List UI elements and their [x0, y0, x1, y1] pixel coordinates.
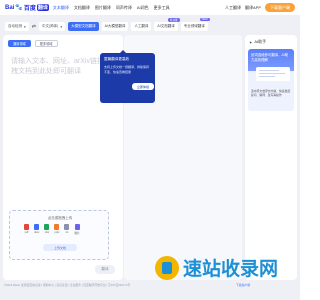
nav-simultaneous[interactable]: 同声传译	[116, 5, 132, 11]
filetype-label: 图片	[74, 232, 80, 235]
translate-button[interactable]: 翻译	[95, 265, 115, 274]
source-language-label: 自动检测	[8, 24, 22, 28]
filetype-image: 图片	[74, 224, 80, 235]
popup-title: 整篇翻译更高效	[104, 57, 130, 61]
filetype-txt: txt	[64, 224, 70, 235]
paw-icon: 🐾	[15, 5, 23, 11]
feature-tip-popup: 整篇翻译更高效 支持上传文档一键翻译，排版保持不变，快速查看结果 立即体验	[100, 50, 155, 103]
tab-label: 专业领域翻译	[183, 24, 205, 28]
ai-assistant-panel: ✦ AI助手 划词选段即可翻译，AI助力高效理解 选中原文或译文内容，快速发起提…	[245, 35, 297, 280]
filetype-xlsx: xlsx	[44, 224, 50, 235]
chevron-down-icon: ▾	[24, 24, 26, 29]
ai-assistant-title: AI助手	[254, 39, 267, 44]
chip-more-domains[interactable]: 更多领域	[34, 40, 58, 47]
upload-dropzone[interactable]: 点击或拖拽上传 pdf docx xlsx pptx txt 图片 上传文档	[9, 210, 109, 260]
tab-llm-doc-translate[interactable]: 大模型文档翻译	[68, 22, 99, 31]
logo-text-fan: 翻译	[36, 4, 49, 11]
upload-document-button[interactable]: 上传文档	[43, 244, 77, 251]
tab-ai-llm-translate[interactable]: AI大模型翻译	[101, 22, 129, 31]
tab-label: AI大模型翻译	[104, 24, 126, 28]
nav-more-tools[interactable]: 更多工具	[154, 5, 170, 11]
word-icon	[34, 224, 40, 230]
download-client-button[interactable]: 下载客户端	[265, 3, 295, 12]
logo-text-du: 百度	[23, 6, 36, 12]
watermark-text: 速站收录网	[183, 258, 279, 280]
preview-line	[259, 73, 285, 74]
ai-assistant-header: ✦ AI助手	[249, 39, 266, 45]
swap-icon[interactable]: ⇄	[32, 24, 36, 30]
top-bar: Bai 🐾 百度 翻译 文本翻译 文档翻译 图片翻译 同声传译 AI润色 更多工…	[0, 0, 300, 15]
source-language-select[interactable]: 自动检测 ▾	[5, 22, 29, 31]
tab-ai-doc-translate[interactable]: AI文档翻译 新功能	[154, 18, 180, 31]
image-icon	[74, 224, 80, 230]
ai-intro-card[interactable]: 划词选段即可翻译，AI助力高效理解 选中原文或译文内容，快速发起提问、解释、改写…	[248, 49, 294, 111]
filetype-label: xlsx	[44, 231, 50, 234]
new-badge: NEW	[199, 18, 210, 21]
domain-chips: 通用领域 更多领域	[8, 40, 58, 47]
nav-text-translate[interactable]: 文本翻译	[53, 5, 69, 11]
chip-general-domain[interactable]: 通用领域	[8, 40, 31, 47]
filetype-pptx: pptx	[54, 224, 60, 235]
tab-human-translate[interactable]: 人工翻译	[131, 22, 152, 31]
ai-card-title: 划词选段即可翻译，AI助力高效理解	[251, 53, 289, 62]
pdf-icon	[24, 224, 29, 230]
tab-domain-translate[interactable]: 专业领域翻译 NEW	[180, 18, 210, 31]
file-type-list: pdf docx xlsx pptx txt 图片	[24, 224, 80, 235]
txt-icon	[64, 224, 70, 230]
footer-links[interactable]: ©2024 Baidu 使用百度前必读 | 帮助中心 | 意见反馈 | 企业服务…	[4, 283, 130, 287]
logo-text-bai: Bai	[5, 4, 15, 11]
nav-doc-translate[interactable]: 文档翻译	[74, 5, 90, 11]
filetype-label: pdf	[24, 231, 29, 234]
filetype-label: pptx	[54, 231, 60, 234]
ppt-icon	[54, 224, 60, 230]
human-translate-link[interactable]: 人工翻译	[225, 5, 241, 11]
ai-card-description: 选中原文或译文内容，快速发起提问、解释、改写等操作	[251, 89, 291, 97]
main-nav: 文本翻译 文档翻译 图片翻译 同声传译 AI润色 更多工具	[53, 5, 170, 11]
filetype-docx: docx	[34, 224, 39, 235]
popup-body: 支持上传文档一键翻译，排版保持不变，快速查看结果	[104, 65, 150, 74]
app-link[interactable]: 翻译APP	[245, 5, 261, 11]
filetype-pdf: pdf	[24, 224, 29, 235]
nav-ai-polish[interactable]: AI润色	[137, 5, 149, 11]
preview-window-illustration	[256, 67, 290, 81]
popup-try-button[interactable]: 立即体验	[132, 83, 155, 90]
site-watermark: 速站收录网	[155, 250, 300, 285]
new-feature-badge: 新功能	[167, 18, 180, 22]
baidu-fanyi-logo[interactable]: Bai 🐾 百度 翻译	[5, 3, 49, 12]
translate-toolbar: 自动检测 ▾ ⇄ 中文(简体) ▾ 大模型文档翻译 AI大模型翻译 人工翻译 A…	[5, 18, 245, 33]
filetype-label: docx	[34, 231, 40, 234]
tab-label: AI文档翻译	[157, 24, 175, 28]
filetype-label: txt	[65, 231, 69, 234]
tab-label: 大模型文档翻译	[71, 24, 96, 28]
chevron-down-icon: ▾	[60, 24, 63, 29]
nav-image-translate[interactable]: 图片翻译	[95, 5, 111, 11]
preview-line	[259, 70, 279, 71]
watermark-logo-icon	[155, 255, 179, 280]
target-language-select[interactable]: 中文(简体) ▾	[38, 22, 66, 31]
target-language-label: 中文(简体)	[41, 24, 59, 28]
top-right-actions: 人工翻译 翻译APP 下载客户端	[225, 3, 295, 12]
sparkle-icon: ✦	[249, 39, 253, 45]
preview-line	[259, 76, 275, 77]
excel-icon	[44, 224, 50, 230]
upload-title: 点击或拖拽上传	[47, 216, 73, 220]
tab-label: 人工翻译	[134, 24, 149, 28]
